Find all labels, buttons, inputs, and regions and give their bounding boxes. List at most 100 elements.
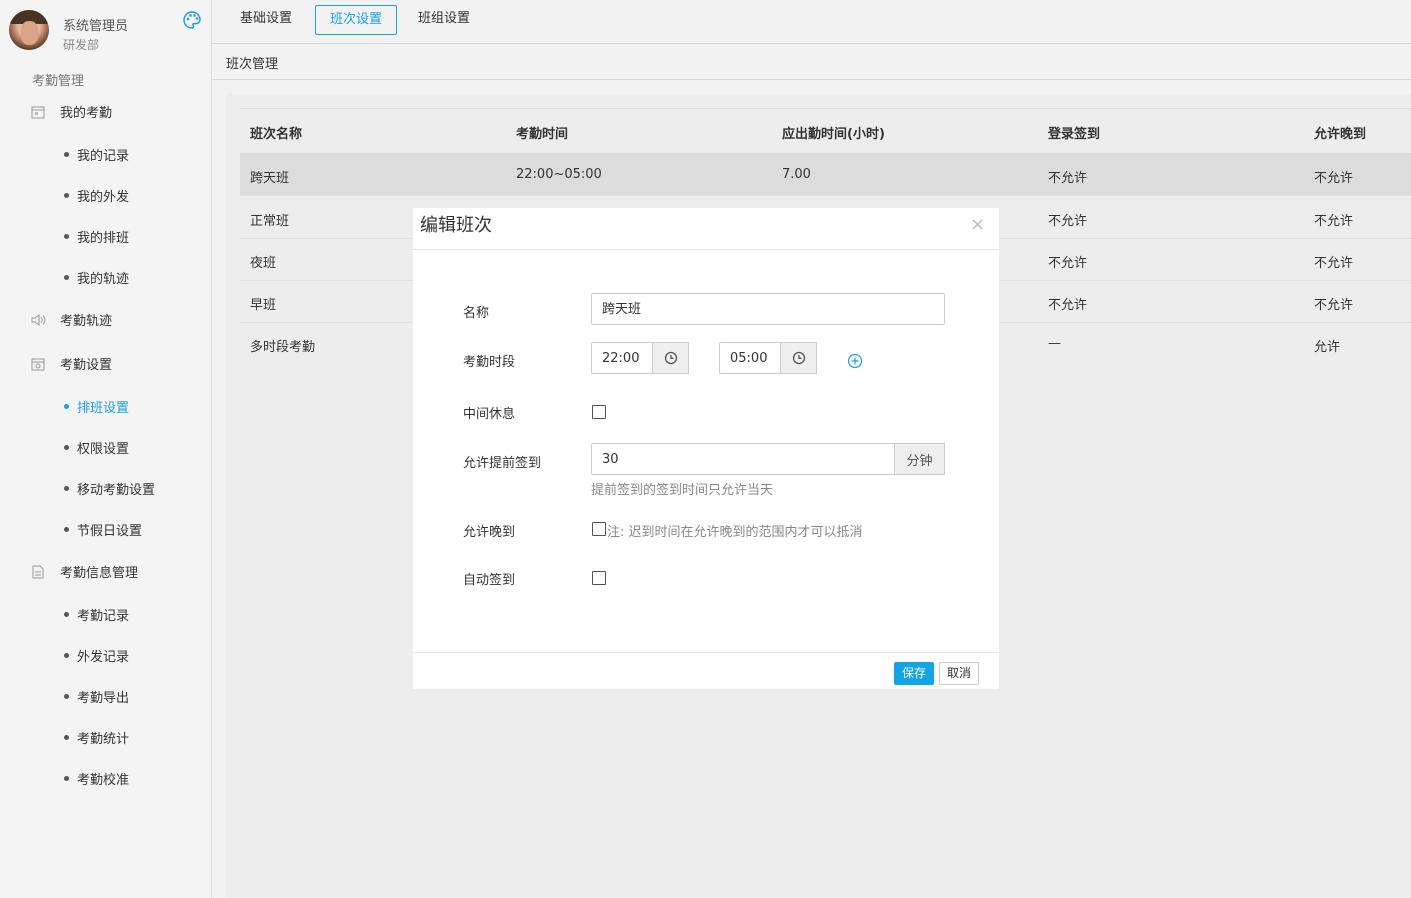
breadcrumb-label: 班次管理 <box>226 57 279 72</box>
early-signin-hint: 提前签到的签到时间只允许当天 <box>591 483 774 498</box>
sidebar: 系统管理员 研发部 考勤管理 我的考勤 我的记录 我的外发 我的排班 我的轨迹 … <box>0 0 212 898</box>
table-cell: 夜班 <box>250 256 277 271</box>
table-cell: 不允许 <box>1314 171 1354 186</box>
late-hint: 注: 迟到时间在允许晚到的范围内才可以抵消 <box>607 525 863 540</box>
name-label: 名称 <box>463 306 490 321</box>
table-cell: 不允许 <box>1314 214 1354 229</box>
column-header: 登录签到 <box>1048 127 1101 142</box>
early-signin-label: 允许提前签到 <box>463 456 542 471</box>
shift-name-input[interactable]: 跨天班 <box>591 293 945 325</box>
nav-item-label: 我的外发 <box>77 190 130 205</box>
table-cell: 允许 <box>1314 340 1341 355</box>
table-cell: — <box>1048 336 1061 351</box>
nav-group-attendance-settings[interactable]: 考勤设置 <box>30 354 112 373</box>
palette-icon[interactable] <box>182 10 202 30</box>
nav-item-label: 我的排班 <box>77 231 130 246</box>
end-time-input[interactable]: 05:00 <box>719 342 781 374</box>
auto-signin-checkbox[interactable] <box>592 571 606 585</box>
document-icon <box>32 565 44 578</box>
section-title: 考勤管理 <box>32 74 85 89</box>
user-name: 系统管理员 <box>63 19 129 34</box>
nav-item-label: 移动考勤设置 <box>77 483 156 498</box>
period-label: 考勤时段 <box>463 355 516 370</box>
nav-item-mobile-settings[interactable]: 移动考勤设置 <box>64 479 155 498</box>
cancel-button[interactable]: 取消 <box>939 662 979 685</box>
nav-item-label: 考勤校准 <box>77 773 130 788</box>
nav-item-label: 我的记录 <box>77 149 130 164</box>
table-cell: 不允许 <box>1048 298 1088 313</box>
breadcrumb: 班次管理 <box>212 44 1411 80</box>
table-cell: 不允许 <box>1048 256 1088 271</box>
late-label: 允许晚到 <box>463 525 516 540</box>
table-cell: 早班 <box>250 298 277 313</box>
table-top-divider <box>240 108 1411 109</box>
nav-item-holiday-settings[interactable]: 节假日设置 <box>64 520 142 539</box>
nav-group-my-attendance[interactable]: 我的考勤 <box>30 102 112 121</box>
dialog-footer-divider <box>413 652 999 653</box>
break-checkbox[interactable] <box>592 405 606 419</box>
table-row[interactable]: 跨天班 22:00~05:00 7.00 不允许 不允许 <box>240 153 1411 196</box>
top-tabs: 基础设置 班次设置 班组设置 <box>212 0 1411 44</box>
tab-group-settings[interactable]: 班组设置 <box>404 5 484 33</box>
edit-shift-dialog: 编辑班次 × 名称 跨天班 考勤时段 22:00 05:00 中间休息 允许提前… <box>413 208 999 689</box>
nav-group-info-management[interactable]: 考勤信息管理 <box>30 562 138 581</box>
table-cell: 22:00~05:00 <box>516 167 602 182</box>
table-cell: 不允许 <box>1314 298 1354 313</box>
nav-item-label: 考勤统计 <box>77 732 130 747</box>
nav-item-label: 权限设置 <box>77 442 130 457</box>
avatar[interactable] <box>9 10 49 50</box>
table-cell: 不允许 <box>1048 171 1088 186</box>
column-header: 考勤时间 <box>516 127 569 142</box>
nav-item-my-track[interactable]: 我的轨迹 <box>64 268 129 287</box>
minutes-unit: 分钟 <box>894 443 945 475</box>
tab-shift-settings[interactable]: 班次设置 <box>315 5 398 35</box>
nav-item-outing-records[interactable]: 外发记录 <box>64 646 129 665</box>
nav-item-schedule-settings[interactable]: 排班设置 <box>64 397 129 416</box>
nav-item-my-outing[interactable]: 我的外发 <box>64 186 129 205</box>
nav-item-my-records[interactable]: 我的记录 <box>64 145 129 164</box>
nav-item-attendance-records[interactable]: 考勤记录 <box>64 605 129 624</box>
nav-item-label: 外发记录 <box>77 650 130 665</box>
column-header: 应出勤时间(小时) <box>782 127 885 142</box>
table-cell: 正常班 <box>250 214 290 229</box>
start-time-input[interactable]: 22:00 <box>591 342 653 374</box>
tab-basic-settings[interactable]: 基础设置 <box>226 5 306 33</box>
nav-item-attendance-stats[interactable]: 考勤统计 <box>64 728 129 747</box>
auto-signin-label: 自动签到 <box>463 573 516 588</box>
nav-item-attendance-export[interactable]: 考勤导出 <box>64 687 129 706</box>
nav-item-attendance-calibration[interactable]: 考勤校准 <box>64 769 129 788</box>
nav-group-label: 考勤设置 <box>60 358 113 373</box>
clock-icon[interactable] <box>780 342 817 374</box>
nav-item-permission-settings[interactable]: 权限设置 <box>64 438 129 457</box>
column-header: 班次名称 <box>250 127 303 142</box>
table-header: 班次名称 考勤时间 应出勤时间(小时) 登录签到 允许晚到 <box>240 110 1411 152</box>
table-cell: 7.00 <box>782 167 811 182</box>
nav-item-label: 节假日设置 <box>77 524 143 539</box>
table-cell: 多时段考勤 <box>250 340 316 355</box>
column-header: 允许晚到 <box>1314 127 1367 142</box>
speaker-icon <box>31 313 46 326</box>
close-icon[interactable]: × <box>970 214 985 235</box>
nav-item-my-schedule[interactable]: 我的排班 <box>64 227 129 246</box>
dialog-divider <box>413 249 999 250</box>
table-cell: 跨天班 <box>250 171 290 186</box>
calendar-icon <box>31 106 45 118</box>
nav-group-attendance-track[interactable]: 考勤轨迹 <box>30 310 112 329</box>
early-signin-input[interactable]: 30 <box>591 443 895 475</box>
user-dept: 研发部 <box>63 38 100 52</box>
late-checkbox[interactable] <box>592 522 606 536</box>
nav-item-label: 考勤导出 <box>77 691 130 706</box>
clock-icon[interactable] <box>652 342 689 374</box>
table-cell: 不允许 <box>1048 214 1088 229</box>
nav-item-label: 排班设置 <box>77 401 130 416</box>
dialog-title: 编辑班次 <box>420 215 492 236</box>
table-cell: 不允许 <box>1314 256 1354 271</box>
calendar-settings-icon <box>31 358 45 370</box>
nav-group-label: 考勤信息管理 <box>60 566 139 581</box>
nav-item-label: 考勤记录 <box>77 609 130 624</box>
save-button[interactable]: 保存 <box>894 662 934 685</box>
add-period-icon[interactable] <box>847 353 863 369</box>
nav-item-label: 我的轨迹 <box>77 272 130 287</box>
break-label: 中间休息 <box>463 407 516 422</box>
nav-group-label: 我的考勤 <box>60 106 113 121</box>
